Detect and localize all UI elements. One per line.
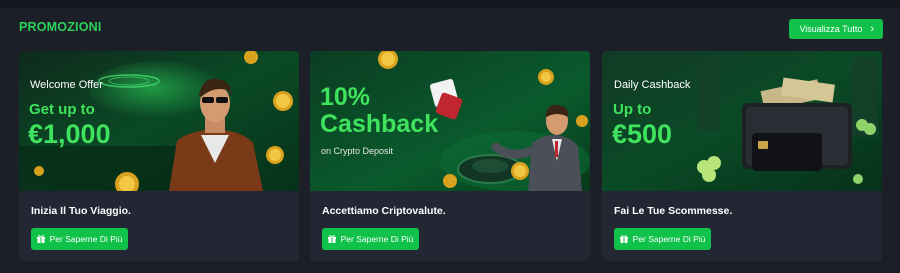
promo-banner-cashback[interactable]: 10% Cashback on Crypto Deposit bbox=[310, 51, 590, 191]
promo-card-daily-cashback[interactable]: Daily Cashback Up to €500 Fai Le Tue Sco… bbox=[602, 51, 882, 261]
learn-more-button[interactable]: Per Saperne Di Più bbox=[31, 228, 128, 250]
view-all-button[interactable]: Visualizza Tutto › bbox=[789, 19, 883, 39]
learn-more-label: Per Saperne Di Più bbox=[632, 234, 706, 244]
gift-icon bbox=[327, 235, 336, 243]
promo-card-welcome[interactable]: Welcome Offer Get up to €1,000 Inizia Il… bbox=[19, 51, 299, 261]
banner-headline: Cashback bbox=[320, 110, 439, 138]
learn-more-label: Per Saperne Di Più bbox=[340, 234, 414, 244]
banner-eyebrow: Daily Cashback bbox=[614, 79, 691, 91]
card-title: Accettiamo Criptovalute. bbox=[322, 205, 446, 217]
chevron-right-icon: › bbox=[870, 22, 874, 35]
promo-banner-welcome[interactable]: Welcome Offer Get up to €1,000 bbox=[19, 51, 299, 191]
learn-more-label: Per Saperne Di Più bbox=[49, 234, 123, 244]
section-title: PROMOZIONI bbox=[19, 20, 102, 34]
banner-headline: Up to bbox=[613, 101, 652, 118]
promo-card-cashback[interactable]: 10% Cashback on Crypto Deposit Accettiam… bbox=[310, 51, 590, 261]
banner-percent: 10% bbox=[320, 83, 371, 111]
banner-amount: €500 bbox=[612, 119, 673, 149]
view-all-label: Visualizza Tutto bbox=[799, 24, 863, 34]
top-strip bbox=[0, 0, 900, 8]
banner-eyebrow: Welcome Offer bbox=[30, 79, 103, 91]
learn-more-button[interactable]: Per Saperne Di Più bbox=[614, 228, 711, 250]
banner-amount: €1,000 bbox=[28, 119, 111, 149]
card-title: Inizia Il Tuo Viaggio. bbox=[31, 205, 131, 217]
learn-more-button[interactable]: Per Saperne Di Più bbox=[322, 228, 419, 250]
gift-icon bbox=[619, 235, 628, 243]
promo-banner-daily-cashback[interactable]: Daily Cashback Up to €500 bbox=[602, 51, 882, 191]
gift-icon bbox=[36, 235, 45, 243]
banner-subtitle: on Crypto Deposit bbox=[321, 146, 394, 156]
card-title: Fai Le Tue Scommesse. bbox=[614, 205, 733, 217]
banner-headline: Get up to bbox=[29, 101, 95, 118]
